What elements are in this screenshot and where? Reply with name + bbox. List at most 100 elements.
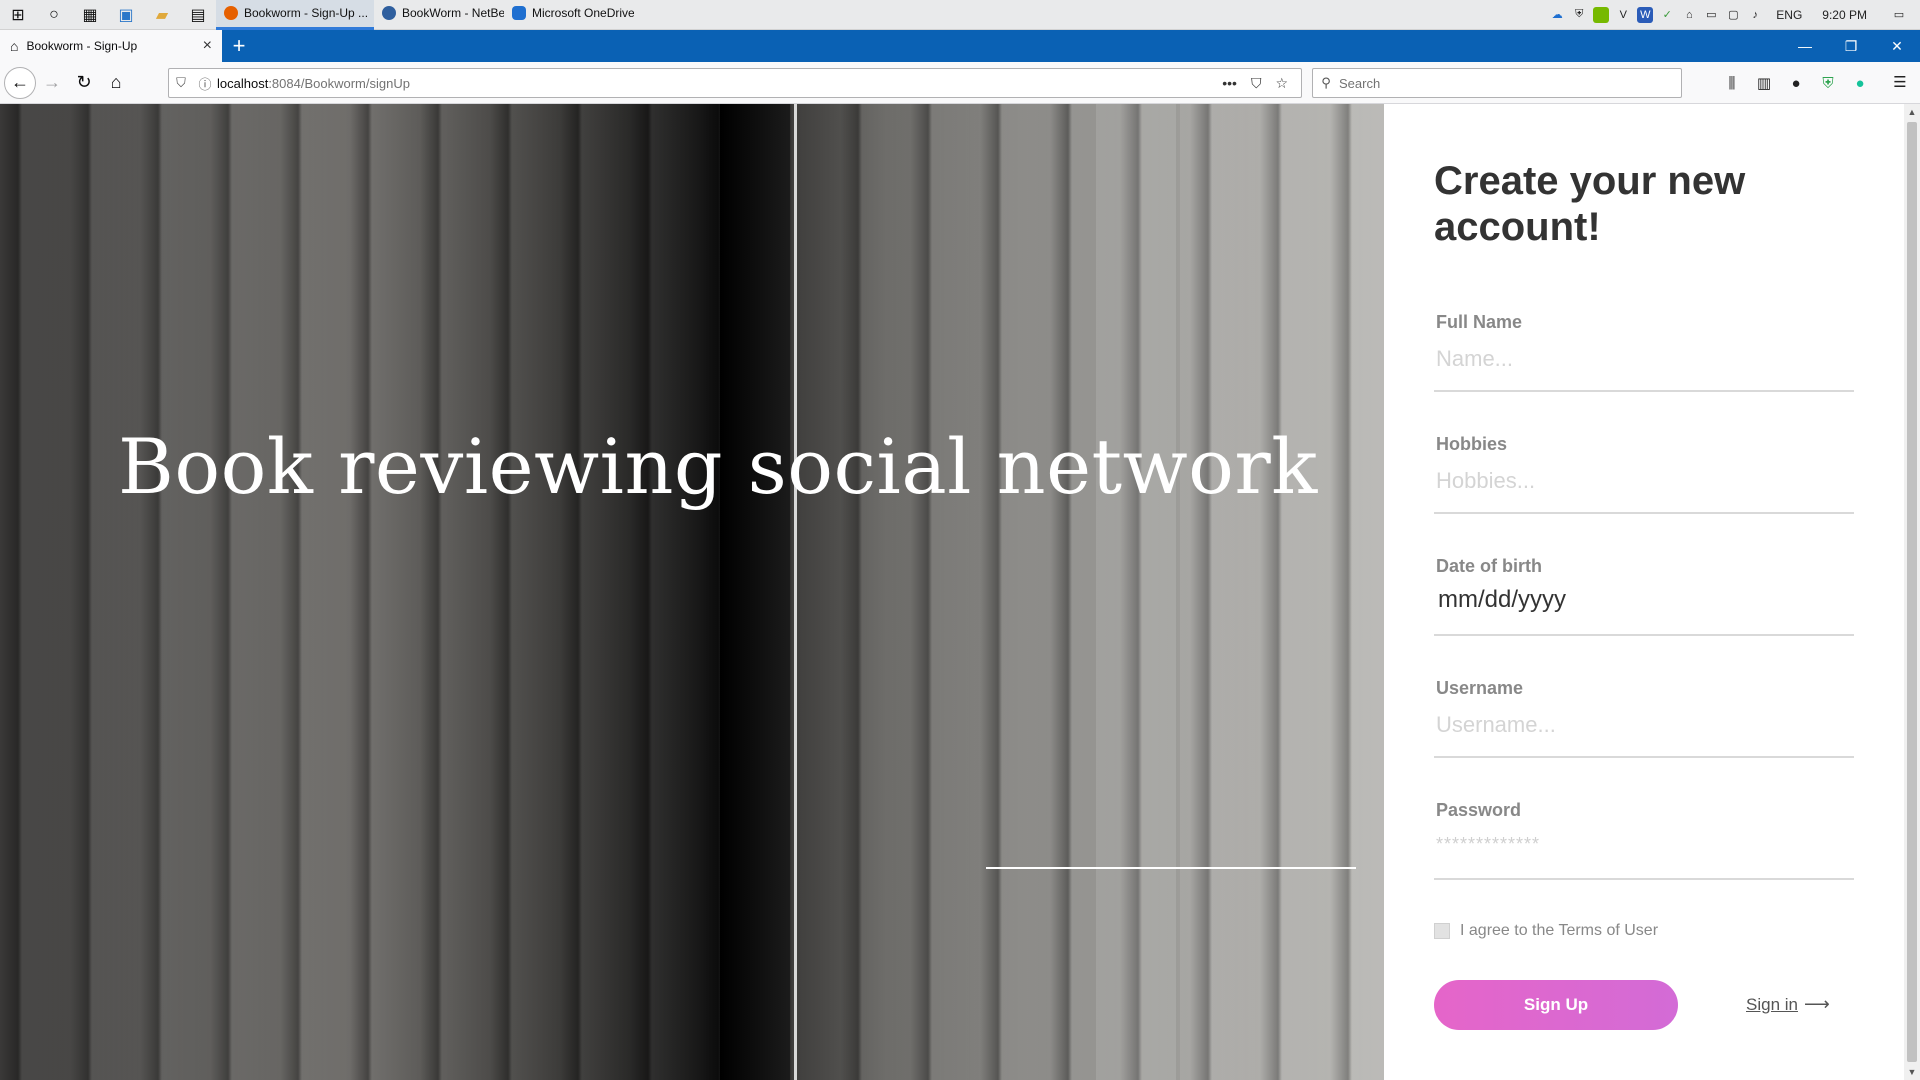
terms-agreement: I agree to the Terms of User bbox=[1434, 922, 1658, 940]
search-placeholder: Search bbox=[1339, 75, 1381, 91]
page-content: Book reviewing social network Create you… bbox=[0, 104, 1920, 1080]
file-explorer-icon[interactable]: ▰ bbox=[144, 0, 180, 30]
url-path: :8084/Bookworm/signUp bbox=[268, 75, 410, 91]
window-controls: — ❐ ✕ bbox=[1782, 30, 1920, 62]
account-icon[interactable]: ● bbox=[1780, 75, 1812, 92]
taskbar-item-label: Bookworm - Sign-Up ... bbox=[244, 6, 369, 20]
taskbar-item-netbeans[interactable]: BookWorm - NetBea... bbox=[374, 0, 504, 30]
display-icon[interactable]: ▢ bbox=[1725, 7, 1741, 23]
pocket-icon[interactable]: ⛉ bbox=[1251, 75, 1262, 92]
navigation-bar: ← → ↻ ⌂ ⛉ ⓘ localhost:8084/Bookworm/sign… bbox=[0, 62, 1920, 104]
sign-up-button[interactable]: Sign Up bbox=[1434, 980, 1678, 1030]
taskbar-item-firefox[interactable]: Bookworm - Sign-Up ... bbox=[216, 0, 374, 30]
form-title: Create your new account! bbox=[1434, 159, 1746, 249]
hobbies-input[interactable] bbox=[1434, 464, 1854, 498]
arrow-right-icon: ⟶ bbox=[1803, 994, 1830, 1014]
taskbar-item-onedrive[interactable]: Microsoft OneDrive bbox=[504, 0, 634, 30]
hobbies-field: Hobbies bbox=[1434, 434, 1854, 514]
vpn-icon[interactable]: V bbox=[1615, 7, 1631, 23]
onedrive-icon bbox=[512, 6, 526, 20]
password-input[interactable]: ************* bbox=[1436, 834, 1540, 855]
close-tab-icon[interactable]: × bbox=[203, 37, 212, 55]
store-icon[interactable]: ▤ bbox=[180, 0, 216, 30]
system-tray: ☁ ⛨ V W ✓ ⌂ ▭ ▢ ♪ ENG 9:20 PM ▭ bbox=[1546, 0, 1920, 30]
browser-tab-active[interactable]: ⌂ Bookworm - Sign-Up × bbox=[0, 30, 222, 62]
taskbar-item-label: Microsoft OneDrive bbox=[532, 6, 634, 20]
url-actions: ••• ⛉ ☆ bbox=[1215, 75, 1301, 92]
netbeans-icon bbox=[382, 6, 396, 20]
toolbar-right: ⫼ ▥ ● ⛨ ● ☰ bbox=[1716, 62, 1907, 104]
site-info-icon[interactable]: ⓘ bbox=[193, 74, 217, 93]
firefox-icon bbox=[224, 6, 238, 20]
notifications-icon[interactable]: ▭ bbox=[1891, 7, 1907, 23]
sidebar-icon[interactable]: ▥ bbox=[1748, 74, 1780, 92]
battery-icon[interactable]: ▭ bbox=[1703, 7, 1719, 23]
url-text[interactable]: localhost:8084/Bookworm/signUp bbox=[217, 76, 1215, 91]
cloud-icon[interactable]: ☁ bbox=[1549, 7, 1565, 23]
shield-extension-icon[interactable]: ⛨ bbox=[1812, 75, 1844, 92]
hero-image: Book reviewing social network bbox=[0, 104, 1384, 1080]
username-input[interactable] bbox=[1434, 708, 1854, 742]
app-icon[interactable]: ▣ bbox=[108, 0, 144, 30]
search-icon: ⚲ bbox=[1321, 75, 1331, 90]
browser-tab-strip: ⌂ Bookworm - Sign-Up × + — ❐ ✕ bbox=[0, 30, 1920, 62]
grammarly-icon[interactable]: ● bbox=[1844, 75, 1876, 92]
shield-icon[interactable]: ⛨ bbox=[1571, 7, 1587, 23]
sign-in-link[interactable]: Sign in ⟶ bbox=[1746, 994, 1830, 1015]
tab-title: Bookworm - Sign-Up bbox=[26, 39, 138, 53]
date-of-birth-input[interactable]: mm/dd/yyyy bbox=[1438, 586, 1566, 614]
date-of-birth-label: Date of birth bbox=[1436, 556, 1542, 576]
signup-form: Create your new account! Full Name Hobbi… bbox=[1384, 104, 1904, 1080]
task-view-icon[interactable]: ▦ bbox=[72, 0, 108, 30]
home-favicon-icon: ⌂ bbox=[10, 38, 19, 54]
page-highlight bbox=[1096, 104, 1176, 1080]
search-bar[interactable]: ⚲ Search bbox=[1312, 68, 1682, 98]
volume-icon[interactable]: ♪ bbox=[1747, 7, 1763, 23]
full-name-input[interactable] bbox=[1434, 342, 1854, 376]
username-field: Username bbox=[1434, 678, 1854, 758]
new-tab-button[interactable]: + bbox=[222, 30, 256, 62]
sign-in-label: Sign in bbox=[1746, 994, 1798, 1014]
scroll-down-icon[interactable]: ▼ bbox=[1904, 1064, 1920, 1080]
url-bar[interactable]: ⛉ ⓘ localhost:8084/Bookworm/signUp ••• ⛉… bbox=[168, 68, 1302, 98]
hero-title: Book reviewing social network bbox=[118, 422, 1318, 511]
sync-icon[interactable]: ✓ bbox=[1659, 7, 1675, 23]
taskbar-item-label: BookWorm - NetBea... bbox=[402, 6, 504, 20]
forward-button[interactable]: → bbox=[36, 67, 68, 99]
page-highlight bbox=[1180, 104, 1384, 1080]
bookmark-star-icon[interactable]: ☆ bbox=[1275, 75, 1288, 92]
tracking-shield-icon[interactable]: ⛉ bbox=[169, 75, 193, 91]
windows-taskbar: ⊞ ○ ▦ ▣ ▰ ▤ Bookworm - Sign-Up ... BookW… bbox=[0, 0, 1920, 30]
page-actions-icon[interactable]: ••• bbox=[1222, 75, 1237, 91]
hero-divider bbox=[986, 867, 1356, 869]
nvidia-icon[interactable] bbox=[1593, 6, 1610, 23]
password-label: Password bbox=[1436, 800, 1522, 820]
language-indicator[interactable]: ENG bbox=[1776, 8, 1802, 22]
full-name-field: Full Name bbox=[1434, 312, 1854, 392]
back-button[interactable]: ← bbox=[4, 66, 36, 99]
network-icon[interactable]: ⌂ bbox=[1681, 7, 1697, 23]
page-scrollbar[interactable]: ▲ ▼ bbox=[1904, 104, 1920, 1080]
menu-icon[interactable]: ☰ bbox=[1884, 73, 1916, 91]
home-button[interactable]: ⌂ bbox=[100, 67, 132, 99]
windows-start-icon[interactable]: ⊞ bbox=[0, 0, 36, 30]
close-window-icon[interactable]: ✕ bbox=[1874, 30, 1920, 62]
terms-label: I agree to the Terms of User bbox=[1460, 922, 1659, 939]
password-field: Password ************* bbox=[1434, 800, 1854, 880]
reload-button[interactable]: ↻ bbox=[68, 67, 100, 99]
terms-checkbox[interactable] bbox=[1434, 923, 1450, 939]
cortana-icon[interactable]: ○ bbox=[36, 0, 72, 30]
clock[interactable]: 9:20 PM bbox=[1822, 8, 1867, 22]
page-edge bbox=[794, 104, 797, 1080]
word-icon[interactable]: W bbox=[1637, 6, 1654, 23]
scroll-up-icon[interactable]: ▲ bbox=[1904, 104, 1920, 120]
minimize-icon[interactable]: — bbox=[1782, 30, 1828, 62]
username-label: Username bbox=[1436, 678, 1524, 698]
restore-icon[interactable]: ❐ bbox=[1828, 30, 1874, 62]
full-name-label: Full Name bbox=[1436, 312, 1523, 332]
url-host: localhost bbox=[217, 75, 269, 91]
date-of-birth-field: Date of birth mm/dd/yyyy bbox=[1434, 556, 1854, 636]
scrollbar-thumb[interactable] bbox=[1907, 122, 1917, 1062]
book-spine-shadow bbox=[720, 104, 790, 1080]
library-icon[interactable]: ⫼ bbox=[1716, 75, 1748, 92]
